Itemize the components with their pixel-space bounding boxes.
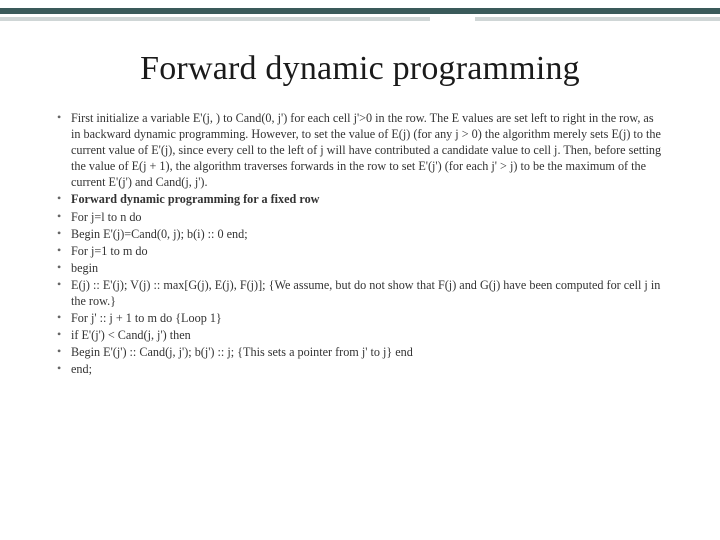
slide-title: Forward dynamic programming	[55, 50, 665, 88]
slide-content: Forward dynamic programming First initia…	[55, 50, 665, 379]
bullet-text: Begin E'(j)=Cand(0, j); b(i) :: 0 end;	[71, 227, 248, 241]
bullet-item: if E'(j') < Cand(j, j') then	[55, 327, 665, 343]
bullet-text: end;	[71, 362, 92, 376]
bullet-text: if E'(j') < Cand(j, j') then	[71, 328, 191, 342]
bullet-item: end;	[55, 361, 665, 377]
bullet-text: First initialize a variable E'(j, ) to C…	[71, 111, 661, 189]
accent-bar-light-left	[0, 17, 430, 21]
bullet-item: For j=1 to m do	[55, 243, 665, 259]
bullet-item: For j=l to n do	[55, 209, 665, 225]
accent-bar-light-right	[475, 17, 720, 21]
bullet-text: For j' :: j + 1 to m do {Loop 1}	[71, 311, 222, 325]
bullet-text: Forward dynamic programming for a fixed …	[71, 192, 319, 206]
accent-bar-dark	[0, 8, 720, 14]
bullet-item: Begin E'(j)=Cand(0, j); b(i) :: 0 end;	[55, 226, 665, 242]
bullet-text: For j=l to n do	[71, 210, 142, 224]
bullet-list: First initialize a variable E'(j, ) to C…	[55, 110, 665, 378]
bullet-text: Begin E'(j') :: Cand(j, j'); b(j') :: j;…	[71, 345, 413, 359]
bullet-item: For j' :: j + 1 to m do {Loop 1}	[55, 310, 665, 326]
bullet-item: E(j) :: E'(j); V(j) :: max[G(j), E(j), F…	[55, 277, 665, 309]
bullet-item: Forward dynamic programming for a fixed …	[55, 191, 665, 207]
bullet-item: begin	[55, 260, 665, 276]
bullet-item: Begin E'(j') :: Cand(j, j'); b(j') :: j;…	[55, 344, 665, 360]
bullet-text: For j=1 to m do	[71, 244, 148, 258]
slide-accent	[0, 8, 720, 30]
bullet-text: E(j) :: E'(j); V(j) :: max[G(j), E(j), F…	[71, 278, 660, 308]
bullet-text: begin	[71, 261, 98, 275]
bullet-item: First initialize a variable E'(j, ) to C…	[55, 110, 665, 190]
